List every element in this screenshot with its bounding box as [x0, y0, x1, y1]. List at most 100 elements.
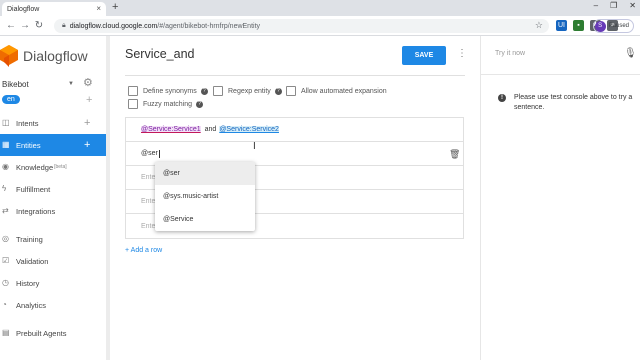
test-console: Try it now 🎙︎ ! Please use test console …	[480, 36, 640, 360]
entity-reference: @Service:Service1	[141, 126, 201, 133]
integrations-icon: ⇄	[2, 206, 9, 215]
sidebar-nav: ◫ Intents + ▦ Entities + ◉ Knowledge [bet…	[0, 112, 106, 344]
sidebar-item-prebuilt-agents[interactable]: ▤ Prebuilt Agents	[0, 322, 106, 344]
beta-badge: [beta]	[54, 164, 67, 170]
browser-tab-strip: Dialogflow × + – ❐ ✕	[0, 0, 640, 16]
add-entity-icon[interactable]: +	[84, 139, 90, 151]
fuzzy-matching-checkbox[interactable]	[128, 99, 138, 109]
training-icon: ◎	[2, 234, 9, 243]
entity-editor: Service_and SAVE ⋮ Define synonyms ? Reg…	[110, 36, 480, 360]
minimize-icon[interactable]: –	[594, 1, 598, 10]
info-text: Please use test console above to try a s…	[514, 94, 633, 111]
window-controls: – ❐ ✕	[594, 1, 636, 10]
sidebar-item-label: Knowledge	[16, 162, 54, 172]
entity-reference: @Service:Service2	[219, 126, 279, 133]
sidebar-item-fulfillment[interactable]: ϟ Fulfillment	[0, 178, 106, 200]
profile-status: Paused	[608, 23, 629, 29]
validation-icon: ☑	[2, 256, 10, 265]
mouse-cursor-icon: I	[253, 141, 256, 152]
reload-icon[interactable]: ↻	[32, 20, 46, 31]
autocomplete-option[interactable]: @sys.music-artist	[155, 185, 255, 208]
sidebar-item-label: Validation	[16, 256, 49, 266]
allow-expansion-checkbox[interactable]	[286, 86, 296, 96]
sidebar-item-label: Intents	[16, 118, 39, 128]
define-synonyms-option: Define synonyms ?	[128, 86, 208, 96]
profile-avatar: S	[594, 20, 606, 32]
text-cursor	[158, 149, 160, 158]
sidebar-item-label: Training	[16, 234, 43, 244]
test-console-info: ! Please use test console above to try a…	[498, 93, 635, 113]
entity-name-input[interactable]: Service_and	[125, 47, 195, 61]
knowledge-icon: ◉	[2, 162, 9, 171]
help-icon[interactable]: ?	[274, 87, 282, 95]
sidebar-item-label: Entities	[16, 140, 41, 150]
green-extension-icon[interactable]: ▪	[573, 20, 584, 31]
sidebar-item-history[interactable]: ◷ History	[0, 272, 106, 294]
ui-extension-icon[interactable]: UI	[556, 20, 567, 31]
url-host: dialogflow.cloud.google.com	[69, 22, 158, 30]
help-icon[interactable]: ?	[196, 100, 204, 108]
allow-expansion-label: Allow automated expansion	[301, 87, 387, 95]
back-icon[interactable]: ←	[4, 20, 18, 31]
fulfillment-icon: ϟ	[2, 184, 7, 193]
fuzzy-matching-label: Fuzzy matching	[143, 100, 193, 108]
sidebar-item-entities[interactable]: ▦ Entities +	[0, 134, 106, 156]
define-synonyms-label: Define synonyms	[143, 87, 197, 95]
autocomplete-dropdown: @ser @sys.music-artist @Service	[155, 162, 255, 231]
agent-selector[interactable]: Bikebot ▼ ⚙	[0, 76, 106, 92]
more-vert-icon[interactable]: ⋮	[457, 48, 467, 59]
gear-icon[interactable]: ⚙	[83, 76, 93, 89]
microphone-icon[interactable]: 🎙︎	[624, 48, 637, 59]
allow-expansion-option: Allow automated expansion	[286, 86, 387, 96]
sidebar-item-label: Integrations	[16, 206, 56, 216]
chevron-down-icon[interactable]: ▼	[68, 81, 74, 87]
sidebar-item-validation[interactable]: ☑ Validation	[0, 250, 106, 272]
language-badge[interactable]: en	[2, 95, 20, 104]
sidebar-item-training[interactable]: ◎ Training	[0, 228, 106, 250]
add-language-icon[interactable]: +	[86, 94, 92, 106]
regexp-entity-checkbox[interactable]	[213, 86, 223, 96]
add-intent-icon[interactable]: +	[84, 117, 90, 129]
save-button[interactable]: SAVE	[402, 46, 446, 65]
prebuilt-agents-icon: ▤	[2, 328, 10, 337]
dialogflow-app: Dialogflow Bikebot ▼ ⚙ en + ◫ Intents + …	[0, 36, 640, 360]
maximize-icon[interactable]: ❐	[610, 1, 617, 10]
autocomplete-option[interactable]: @ser	[155, 162, 255, 185]
trash-icon[interactable]: 🗑︎	[449, 149, 460, 160]
entities-icon: ▦	[2, 140, 10, 149]
forward-icon[interactable]: →	[18, 20, 32, 31]
help-icon[interactable]: ?	[200, 87, 208, 95]
browser-tab[interactable]: Dialogflow ×	[2, 2, 106, 16]
language-row: en +	[0, 92, 106, 110]
test-console-input[interactable]: Try it now	[495, 50, 525, 57]
divider	[125, 75, 465, 76]
info-icon: !	[498, 94, 506, 102]
sidebar-item-knowledge[interactable]: ◉ Knowledge [beta]	[0, 156, 106, 178]
fuzzy-matching-option: Fuzzy matching ?	[128, 99, 204, 109]
sidebar-item-label: History	[16, 278, 40, 288]
entity-input[interactable]: @ser	[141, 150, 158, 157]
sidebar: Dialogflow Bikebot ▼ ⚙ en + ◫ Intents + …	[0, 36, 110, 360]
profile-chip[interactable]: S Paused	[592, 19, 634, 33]
new-tab-button[interactable]: +	[112, 1, 118, 13]
add-row-link[interactable]: + Add a row	[125, 247, 162, 254]
entity-text: and	[204, 126, 217, 133]
address-bar[interactable]: 🔒︎ dialogflow.cloud.google.com/#/agent/b…	[54, 19, 549, 33]
url-path: /#/agent/bikebot-hrnfrp/newEntity	[157, 22, 261, 30]
sidebar-item-integrations[interactable]: ⇄ Integrations	[0, 200, 106, 222]
sidebar-item-label: Prebuilt Agents	[16, 328, 67, 338]
history-icon: ◷	[2, 278, 9, 287]
autocomplete-option[interactable]: @Service	[155, 208, 255, 231]
agent-name: Bikebot	[2, 79, 29, 89]
bookmark-star-icon[interactable]: ☆	[535, 20, 543, 31]
entity-row[interactable]: @Service:Service1 and @Service:Service2	[126, 118, 463, 142]
sidebar-item-analytics[interactable]: ◔ Analytics	[0, 294, 106, 316]
sidebar-item-intents[interactable]: ◫ Intents +	[0, 112, 106, 134]
window-close-icon[interactable]: ✕	[629, 1, 636, 10]
regexp-entity-label: Regexp entity	[228, 87, 271, 95]
test-input-row: Try it now 🎙︎	[481, 36, 640, 75]
brand-row: Dialogflow	[0, 36, 106, 76]
tab-close-icon[interactable]: ×	[96, 4, 101, 13]
define-synonyms-checkbox[interactable]	[128, 86, 138, 96]
dialogflow-logo-icon	[0, 45, 18, 67]
